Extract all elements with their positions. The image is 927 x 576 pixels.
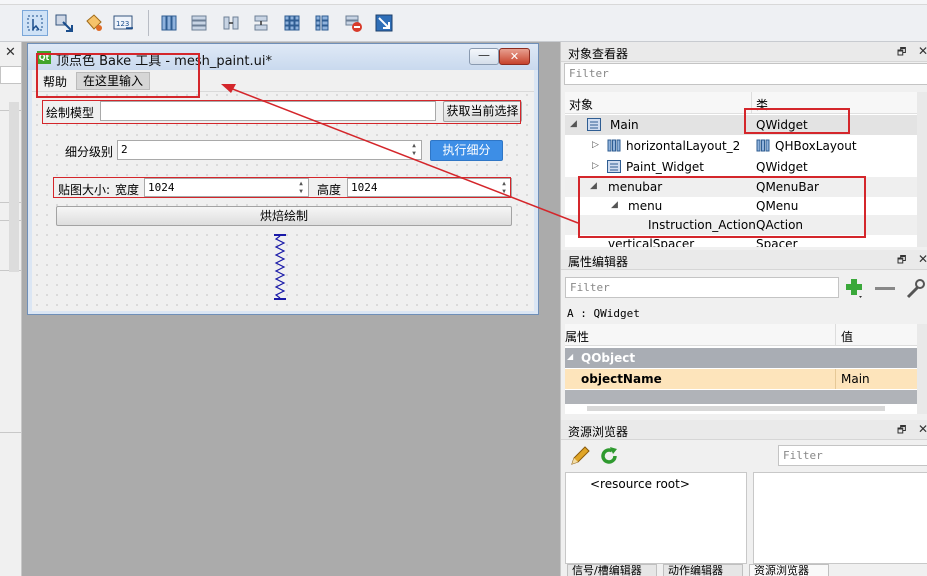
annotation-arrow	[221, 84, 579, 224]
